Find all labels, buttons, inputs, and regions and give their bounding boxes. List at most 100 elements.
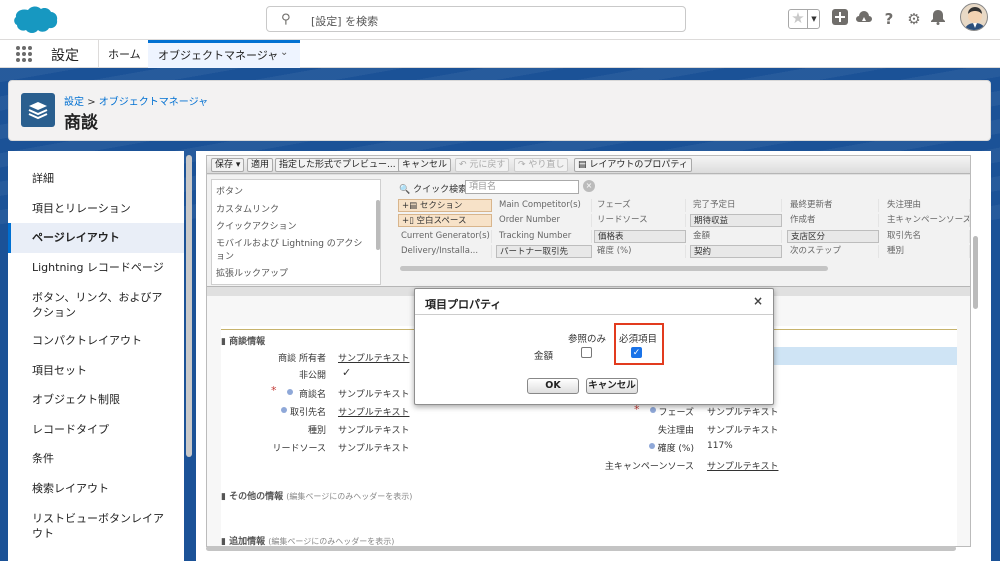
sidebar-item-fields[interactable]: 項目とリレーション: [8, 201, 184, 216]
field-value-owner[interactable]: サンプルテキスト: [338, 351, 409, 364]
sidebar-item-field-sets[interactable]: 項目セット: [8, 363, 184, 378]
field-value-probability[interactable]: 117%: [707, 441, 733, 451]
palette-field[interactable]: 最終更新者: [787, 199, 879, 212]
section-header-opportunity-info[interactable]: ▮ 商談情報: [221, 334, 265, 347]
search-input[interactable]: ⚲ [設定] を検索: [266, 6, 686, 32]
field-value-stage[interactable]: サンプルテキスト: [707, 405, 778, 418]
breadcrumb-separator: >: [87, 97, 96, 108]
field-value-loss-reason[interactable]: サンプルテキスト: [707, 423, 778, 436]
sidebar-item-conditions[interactable]: 条件: [8, 451, 184, 466]
palette-field[interactable]: Order Number: [496, 214, 592, 227]
field-label-owner: 商談 所有者: [278, 354, 326, 364]
sidebar-item-lightning-pages[interactable]: Lightning レコードページ: [8, 260, 184, 275]
palette-field[interactable]: リードソース: [594, 214, 686, 227]
palette-field[interactable]: Current Generator(s): [398, 230, 492, 243]
cancel-button[interactable]: キャンセル: [586, 378, 638, 394]
field-value-primary-campaign[interactable]: サンプルテキスト: [707, 459, 778, 472]
notification-bell-icon[interactable]: [928, 9, 948, 29]
field-value-type[interactable]: サンプルテキスト: [338, 423, 409, 436]
sidebar-scrollbar[interactable]: [186, 155, 192, 457]
app-launcher-icon[interactable]: [16, 46, 32, 62]
palette-field[interactable]: 取引先名: [884, 230, 970, 243]
breadcrumb: 設定 > オブジェクトマネージャ: [64, 93, 208, 108]
breadcrumb-object-manager-link[interactable]: オブジェクトマネージャ: [99, 97, 208, 108]
section-title: 商談情報: [229, 337, 266, 347]
palette-field[interactable]: Main Competitor(s): [496, 199, 592, 212]
palette-field[interactable]: 確度 (%): [594, 245, 686, 258]
category-quick-actions[interactable]: クイックアクション: [216, 221, 366, 234]
add-icon[interactable]: [830, 9, 850, 29]
sidebar-item-details[interactable]: 詳細: [8, 171, 184, 186]
sidebar-item-record-types[interactable]: レコードタイプ: [8, 422, 184, 437]
quick-save-button[interactable]: 適用: [247, 158, 274, 172]
category-custom-links[interactable]: カスタムリンク: [216, 204, 366, 217]
palette-field[interactable]: フェーズ: [594, 199, 686, 212]
help-icon[interactable]: ?: [879, 9, 899, 29]
search-icon: 🔍: [399, 185, 411, 195]
preview-as-button[interactable]: 指定した形式でプレビュー... ▾: [275, 158, 407, 172]
palette-horizontal-scrollbar[interactable]: [400, 266, 828, 271]
undo-button[interactable]: ↶ 元に戻す: [455, 158, 510, 172]
field-value-lead-source[interactable]: サンプルテキスト: [338, 441, 409, 454]
page-title: 商談: [64, 113, 98, 133]
breadcrumb-setup-link[interactable]: 設定: [64, 97, 84, 108]
category-scrollbar[interactable]: [376, 200, 380, 250]
palette-field[interactable]: 金額: [690, 230, 782, 243]
palette-field[interactable]: Tracking Number: [496, 230, 592, 243]
chevron-down-icon[interactable]: ⌄: [280, 47, 288, 58]
favorites-button[interactable]: ★ ▼: [788, 9, 820, 29]
palette-field[interactable]: 期待収益: [690, 214, 782, 227]
palette-field[interactable]: 支店区分: [787, 230, 879, 243]
quick-find-input[interactable]: 項目名: [465, 180, 579, 194]
salesforce-cloud-logo[interactable]: [8, 4, 58, 36]
palette-field[interactable]: 契約: [690, 245, 782, 258]
category-buttons[interactable]: ボタン: [216, 186, 366, 199]
sidebar-item-search-layouts[interactable]: 検索レイアウト: [8, 481, 184, 496]
sidebar-item-page-layouts[interactable]: ページレイアウト: [8, 223, 184, 253]
palette-field[interactable]: +▯ 空白スペース: [398, 214, 492, 227]
section-header-other-info[interactable]: ▮ その他の情報 (編集ページにのみヘッダーを表示): [221, 489, 412, 502]
layout-vertical-scrollbar[interactable]: [973, 236, 978, 309]
layout-editor-toolbar: 保存 ▾ 適用 指定した形式でプレビュー... ▾ キャンセル ↶ 元に戻す ↷…: [207, 156, 970, 174]
category-mobile-lightning-actions[interactable]: モバイルおよび Lightning のアクション: [216, 238, 366, 264]
field-value-opportunity-name[interactable]: サンプルテキスト: [338, 387, 409, 400]
read-only-checkbox[interactable]: [581, 347, 592, 358]
sidebar-item-buttons-links-actions[interactable]: ボタン、リンク、およびアクション: [8, 290, 168, 320]
sidebar-item-compact-layouts[interactable]: コンパクトレイアウト: [8, 333, 184, 348]
favorite-star-icon: ★: [791, 9, 805, 27]
palette-field[interactable]: 失注理由: [884, 199, 970, 212]
field-label-opportunity-name: 商談名: [298, 390, 326, 400]
cancel-button[interactable]: キャンセル: [398, 158, 452, 172]
category-expanded-lookups[interactable]: 拡張ルックアップ: [216, 268, 366, 281]
field-label-account-name: 取引先名: [289, 408, 326, 418]
palette-field[interactable]: パートナー取引先: [496, 245, 592, 258]
palette-field[interactable]: 完了予定日: [690, 199, 782, 212]
chevron-down-icon[interactable]: ▼: [807, 10, 820, 28]
palette-field[interactable]: 次のステップ: [787, 245, 879, 258]
clear-search-icon[interactable]: ×: [583, 180, 595, 192]
save-button[interactable]: 保存 ▾: [211, 158, 245, 172]
trailhead-icon[interactable]: [854, 9, 874, 29]
global-header: ⚲ [設定] を検索 ★ ▼ ? ⚙: [0, 0, 1000, 40]
field-value-account-name[interactable]: サンプルテキスト: [338, 405, 409, 418]
nav-home-tab[interactable]: ホーム: [108, 46, 141, 62]
palette-field[interactable]: 作成者: [787, 214, 879, 227]
palette-field[interactable]: Delivery/Installa...: [398, 245, 492, 258]
field-label-lead-source: リードソース: [272, 444, 326, 454]
user-avatar[interactable]: [960, 3, 988, 31]
layout-horizontal-scrollbar[interactable]: [206, 546, 956, 551]
layout-properties-button[interactable]: ▤ レイアウトのプロパティ: [574, 158, 692, 172]
ok-button[interactable]: OK: [527, 378, 579, 394]
palette-field[interactable]: 価格表: [594, 230, 686, 243]
nav-object-manager-tab[interactable]: オブジェクトマネージャ ⌄: [148, 40, 300, 68]
setup-gear-icon[interactable]: ⚙: [904, 9, 924, 29]
sidebar-item-list-view-button-layout[interactable]: リストビューボタンレイアウト: [8, 511, 168, 541]
palette-field[interactable]: 主キャンペーンソース: [884, 214, 970, 227]
palette-field[interactable]: 種別: [884, 245, 970, 258]
close-icon[interactable]: ×: [753, 294, 763, 308]
search-placeholder: [設定] を検索: [311, 15, 379, 28]
sidebar-item-object-limits[interactable]: オブジェクト制限: [8, 392, 184, 407]
redo-button[interactable]: ↷ やり直し: [514, 158, 569, 172]
app-name: 設定: [51, 48, 79, 64]
palette-field[interactable]: +▤ セクション: [398, 199, 492, 212]
